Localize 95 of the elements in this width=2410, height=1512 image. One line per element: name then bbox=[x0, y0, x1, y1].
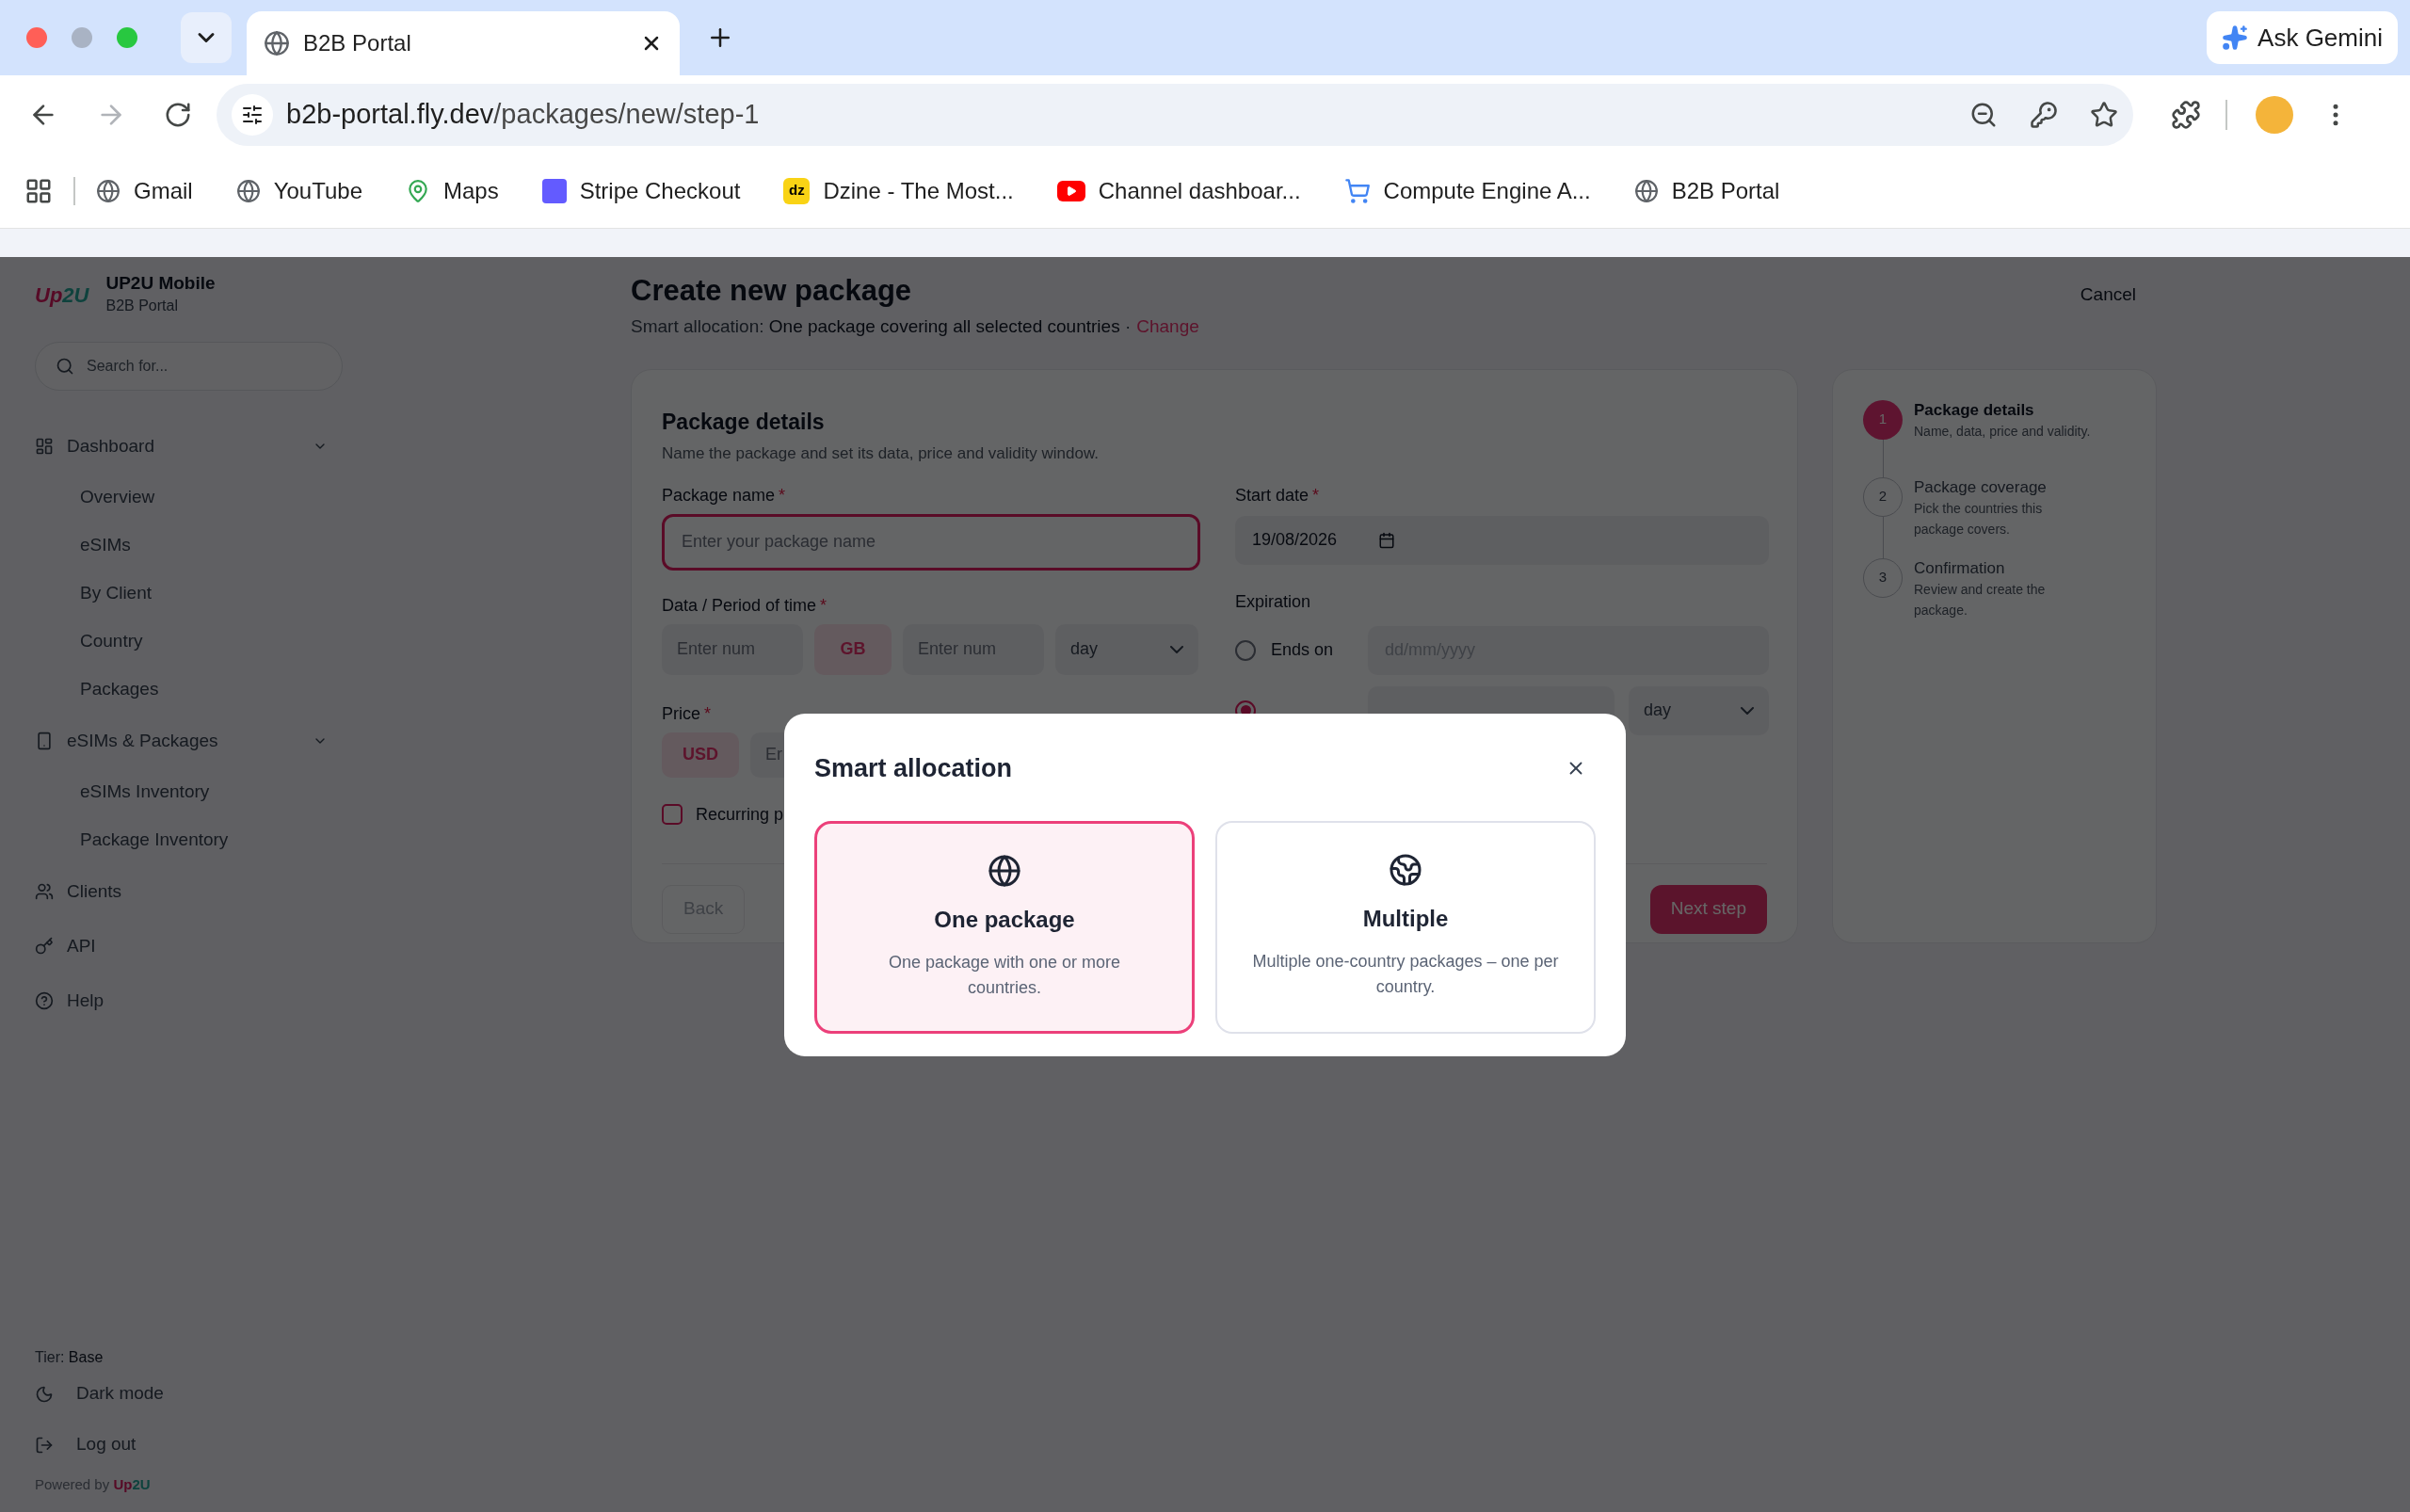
help-icon bbox=[35, 991, 54, 1010]
bookmark[interactable]: YouTube bbox=[230, 173, 368, 208]
allocation-option[interactable]: Multiple Multiple one-country packages – one per country. bbox=[1215, 821, 1596, 1034]
checkbox-label: Recurring p bbox=[696, 803, 784, 826]
bookmark[interactable]: Maps bbox=[400, 173, 505, 208]
nav-item[interactable]: Clients bbox=[35, 864, 343, 919]
extensions-icon[interactable] bbox=[2171, 99, 2201, 130]
nav-subitem[interactable]: Country bbox=[35, 618, 343, 666]
change-link[interactable]: Change bbox=[1136, 314, 1199, 341]
bookmark[interactable]: B2B Portal bbox=[1628, 173, 1786, 208]
key-icon[interactable] bbox=[2030, 100, 2058, 129]
required-mark: * bbox=[704, 703, 712, 723]
nav-subitem[interactable]: eSIMs bbox=[35, 522, 343, 570]
nav-subitem[interactable]: Package Inventory bbox=[35, 816, 343, 864]
radio-button[interactable] bbox=[1235, 639, 1256, 661]
earth-icon bbox=[1389, 853, 1422, 887]
footer-item[interactable]: Log out bbox=[35, 1419, 343, 1471]
footer-item[interactable]: Dark mode bbox=[35, 1368, 343, 1420]
checkbox[interactable] bbox=[662, 804, 683, 825]
bookmark[interactable]: Stripe Checkout bbox=[536, 173, 747, 208]
bookmark[interactable]: Gmail bbox=[90, 173, 199, 208]
phone-icon bbox=[35, 732, 54, 750]
bookmark[interactable]: Channel dashboar... bbox=[1051, 173, 1307, 208]
step-title: Package details bbox=[1914, 399, 2035, 421]
chevron-icon bbox=[1741, 706, 1754, 715]
brand-name: UP2U Mobile bbox=[105, 272, 216, 295]
tab-title: B2B Portal bbox=[303, 29, 412, 57]
page-title: Create new package bbox=[631, 273, 913, 309]
chevron-icon bbox=[1170, 645, 1183, 653]
globe-icon bbox=[96, 178, 120, 203]
users-icon bbox=[35, 882, 54, 901]
card-description: Name the package and set its data, price and validity window. bbox=[662, 443, 1100, 464]
allocation-option[interactable]: One package One package with one or more countries. bbox=[814, 821, 1195, 1034]
key-icon bbox=[35, 937, 54, 956]
globe-icon bbox=[264, 30, 290, 56]
sparkle-icon bbox=[2222, 24, 2249, 51]
cart-icon bbox=[1343, 177, 1371, 204]
globe-icon bbox=[988, 854, 1021, 888]
star-icon[interactable] bbox=[2090, 100, 2118, 129]
step-title: Package coverage bbox=[1914, 476, 2048, 498]
step-description: Name, data, price and validity. bbox=[1914, 422, 2092, 441]
start-date-field[interactable]: 19/08/2026 bbox=[1235, 515, 1769, 565]
moon-icon bbox=[35, 1384, 54, 1404]
required-mark: * bbox=[1312, 485, 1320, 505]
logout-icon bbox=[35, 1435, 54, 1455]
required-mark: * bbox=[779, 485, 786, 505]
brand-subtitle: B2B Portal bbox=[105, 297, 179, 315]
logo-icon: dz bbox=[783, 177, 811, 204]
address-bar[interactable]: b2b-portal.fly.dev/packages/new/step-1 bbox=[217, 83, 2133, 146]
field-label: Package name * bbox=[662, 484, 787, 507]
nav-item[interactable]: eSIMs & Packages bbox=[35, 714, 343, 768]
allocation-summary: Smart allocation: One package covering all selected countries · bbox=[631, 315, 1132, 338]
play-logo-icon bbox=[1056, 180, 1085, 201]
calendar-icon[interactable] bbox=[1378, 531, 1396, 549]
logo: Up2U bbox=[35, 281, 89, 309]
field-label: Data / Period of time * bbox=[662, 594, 828, 617]
globe-icon bbox=[1633, 178, 1659, 203]
field-label: Start date * bbox=[1235, 484, 1321, 507]
globe-icon bbox=[235, 178, 261, 203]
step-number: 1 bbox=[1863, 399, 1903, 440]
radio-label: Ends on bbox=[1271, 639, 1335, 661]
browser-tab[interactable]: B2B Portal bbox=[247, 11, 680, 75]
tier-label: Tier: Base bbox=[35, 1347, 104, 1367]
grid-icon bbox=[35, 437, 54, 456]
step-title: Confirmation bbox=[1914, 557, 2006, 579]
search-field[interactable]: Search for... bbox=[35, 342, 343, 391]
nav-subitem[interactable]: eSIMs Inventory bbox=[35, 768, 343, 816]
nav-subitem[interactable]: Overview bbox=[35, 474, 343, 522]
bookmark[interactable]: dz Dzine - The Most... bbox=[778, 173, 1020, 208]
site-settings-icon[interactable] bbox=[232, 93, 273, 136]
nav-item[interactable]: Dashboard bbox=[35, 419, 343, 474]
cancel-button[interactable]: Cancel bbox=[2080, 281, 2136, 309]
url-text: b2b-portal.fly.dev/packages/new/step-1 bbox=[286, 97, 761, 131]
nav-item[interactable]: API bbox=[35, 919, 343, 973]
expiration-unit-select[interactable]: day bbox=[1629, 685, 1769, 735]
dialog-title: Smart allocation bbox=[814, 752, 1013, 784]
tab-search-button[interactable] bbox=[181, 12, 232, 63]
nav-subitem[interactable]: Packages bbox=[35, 666, 343, 714]
step-description: Review and create the package. bbox=[1914, 580, 2047, 619]
unit-chip[interactable]: GB bbox=[814, 623, 892, 675]
required-mark: * bbox=[820, 595, 827, 615]
nav-subitem[interactable]: By Client bbox=[35, 570, 343, 618]
search-icon bbox=[56, 357, 74, 376]
nav-item[interactable]: Help bbox=[35, 973, 343, 1028]
package-name-field[interactable]: Enter your package name bbox=[662, 513, 1200, 571]
currency-chip[interactable]: USD bbox=[662, 732, 739, 778]
map-pin-icon bbox=[406, 178, 430, 203]
bookmark[interactable]: Compute Engine A... bbox=[1338, 173, 1597, 208]
ask-gemini-button[interactable]: Ask Gemini bbox=[2207, 11, 2398, 64]
next-step-button[interactable]: Next step bbox=[1649, 884, 1767, 934]
step-description: Pick the countries this package covers. bbox=[1914, 499, 2044, 539]
period-unit-select[interactable]: day bbox=[1055, 623, 1198, 675]
field-label: Expiration bbox=[1235, 590, 1312, 613]
card-title: Package details bbox=[662, 408, 826, 436]
square-logo-icon bbox=[541, 178, 567, 203]
